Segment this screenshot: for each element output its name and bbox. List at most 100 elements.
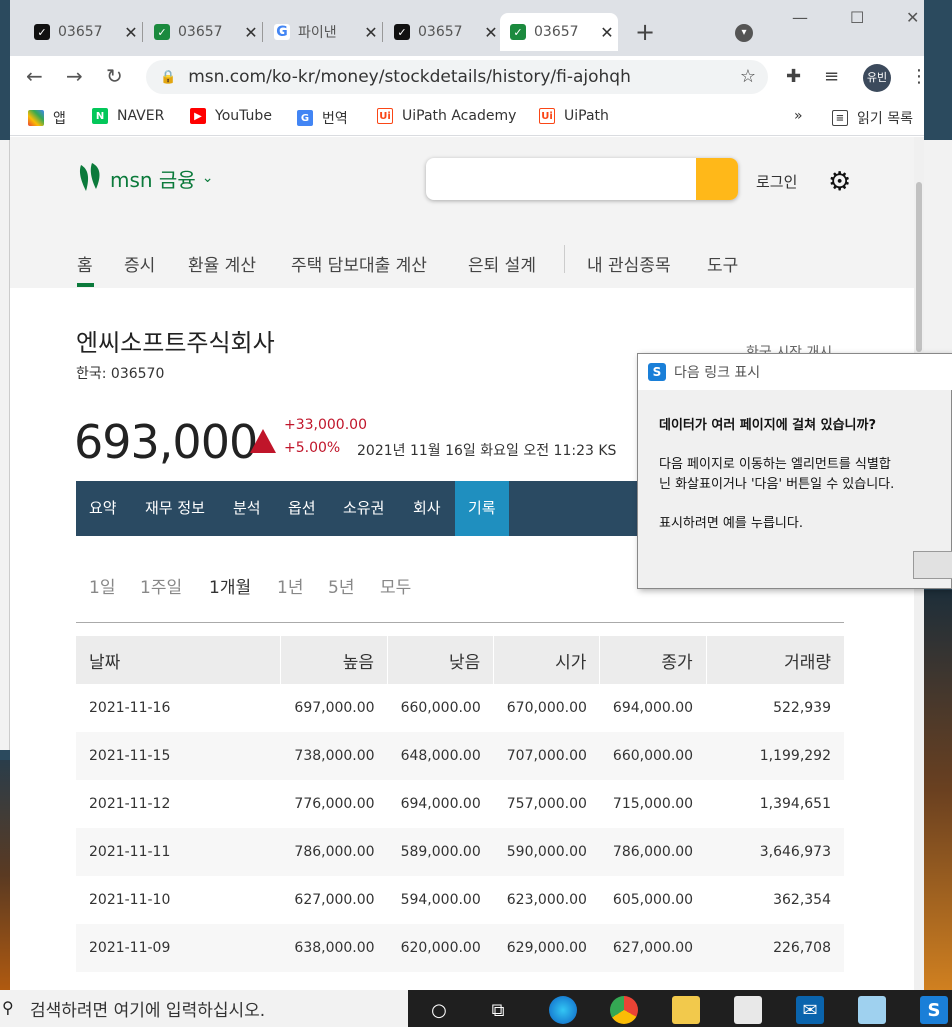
cell-open: 629,000.00 — [493, 924, 600, 972]
col-open[interactable]: 시가 — [493, 636, 600, 684]
nav-home[interactable]: 홈 — [77, 251, 93, 276]
reading-list[interactable]: ≡ 읽기 목록 — [832, 108, 913, 128]
indicate-next-link-dialog: S 다음 링크 표시 데이터가 여러 페이지에 걸쳐 있습니까? 다음 페이지로… — [637, 353, 952, 589]
media-icon[interactable]: ≡ — [824, 66, 839, 87]
search-button[interactable] — [696, 158, 738, 200]
cell-high: 786,000.00 — [280, 828, 388, 876]
dialog-button[interactable] — [913, 551, 952, 579]
cell-high: 627,000.00 — [294, 892, 375, 908]
close-icon[interactable]: ✕ — [596, 23, 618, 42]
range-1y[interactable]: 1년 — [277, 573, 303, 598]
stock-price: 693,000 — [74, 415, 258, 469]
notepad-icon[interactable] — [858, 996, 886, 1024]
tab-search-icon[interactable]: ▾ — [735, 24, 753, 42]
back-icon[interactable]: ← — [26, 64, 43, 88]
uipath-icon: Ui — [377, 108, 393, 124]
reload-icon[interactable]: ↻ — [106, 64, 123, 88]
url-text[interactable]: msn.com/ko-kr/money/stockdetails/history… — [188, 67, 631, 87]
range-1m[interactable]: 1개월 — [209, 573, 251, 598]
tab-summary[interactable]: 요약 — [76, 481, 130, 536]
nav-markets[interactable]: 증시 — [124, 251, 155, 276]
edge-icon[interactable] — [549, 996, 577, 1024]
cell-high: 697,000.00 — [294, 700, 375, 716]
bookmark-naver[interactable]: N NAVER — [92, 108, 164, 124]
close-icon[interactable]: ✕ — [360, 23, 382, 42]
col-volume[interactable]: 거래량 — [705, 636, 844, 684]
col-date[interactable]: 날짜 — [76, 636, 281, 684]
cell-close: 605,000.00 — [612, 892, 694, 908]
col-close[interactable]: 종가 — [599, 636, 707, 684]
col-high[interactable]: 높음 — [280, 636, 388, 684]
nav-mortgage[interactable]: 주택 담보대출 계산 — [291, 251, 427, 276]
forward-icon[interactable]: → — [66, 64, 83, 88]
scrollbar-thumb[interactable] — [916, 182, 922, 352]
window-close-icon[interactable]: ✕ — [906, 8, 919, 27]
browser-tab[interactable]: ✓ 03657 ✕ — [144, 13, 262, 51]
taskbar-search[interactable]: ⚲ 검색하려면 여기에 입력하십시오. — [0, 990, 408, 1027]
msn-green-icon: ✓ — [510, 24, 526, 40]
cell-low: 620,000.00 — [387, 924, 494, 972]
search-input[interactable] — [426, 158, 738, 200]
range-5y[interactable]: 5년 — [328, 573, 354, 598]
uipath-assistant-icon[interactable]: S — [920, 996, 948, 1024]
range-all[interactable]: 모두 — [380, 573, 411, 598]
cell-volume: 1,199,292 — [706, 732, 844, 780]
browser-tab[interactable]: G 파이낸 ✕ — [264, 13, 382, 51]
minimize-icon[interactable]: — — [792, 8, 808, 27]
lock-icon: 🔒 — [160, 69, 177, 85]
browser-tab[interactable]: ✓ 03657 ✕ — [384, 13, 502, 51]
bookmarks-overflow[interactable]: » — [794, 108, 803, 124]
bookmark-apps[interactable]: 앱 — [28, 108, 66, 128]
nav-retirement[interactable]: 은퇴 설계 — [468, 251, 536, 276]
bookmark-youtube[interactable]: ▶ YouTube — [190, 108, 272, 124]
nav-tools[interactable]: 도구 — [707, 251, 738, 276]
price-change-pct: +5.00% — [284, 440, 341, 456]
browser-tab-active[interactable]: ✓ 03657 ✕ — [500, 13, 618, 51]
cell-low: 660,000.00 — [400, 700, 481, 716]
profile-avatar[interactable]: 유빈 — [863, 64, 891, 92]
bookmarks-bar: 앱 N NAVER ▶ YouTube G 번역 Ui UiPath Acade… — [10, 100, 924, 136]
tab-company[interactable]: 회사 — [400, 481, 454, 536]
table-row: 2021-11-12 776,000.00 694,000.00 757,000… — [76, 780, 844, 828]
range-1w[interactable]: 1주일 — [140, 573, 182, 598]
col-low[interactable]: 낮음 — [387, 636, 494, 684]
close-icon[interactable]: ✕ — [480, 23, 502, 42]
bookmark-uipath-academy[interactable]: Ui UiPath Academy — [377, 108, 516, 124]
bookmark-translate[interactable]: G 번역 — [297, 108, 348, 128]
tab-ownership[interactable]: 소유권 — [330, 481, 397, 536]
file-explorer-icon[interactable] — [672, 996, 700, 1024]
uipath-icon: Ui — [539, 108, 555, 124]
cell-open: 623,000.00 — [506, 892, 587, 908]
bookmark-star-icon[interactable]: ☆ — [740, 66, 756, 87]
tab-options[interactable]: 옵션 — [275, 481, 329, 536]
msn-leaf-icon — [78, 161, 104, 195]
bookmark-uipath[interactable]: Ui UiPath — [539, 108, 609, 124]
chrome-icon[interactable] — [610, 996, 638, 1024]
close-icon[interactable]: ✕ — [120, 23, 142, 42]
menu-icon[interactable]: ⋮ — [910, 66, 924, 87]
tab-history[interactable]: 기록 — [455, 481, 509, 536]
cortana-icon[interactable]: ○ — [425, 996, 453, 1024]
browser-tab[interactable]: ✓ 03657 ✕ — [24, 13, 142, 51]
gear-icon[interactable]: ⚙ — [828, 167, 851, 197]
nav-currency[interactable]: 환율 계산 — [188, 251, 256, 276]
mail-icon[interactable]: ✉ — [796, 996, 824, 1024]
tab-analysis[interactable]: 분석 — [220, 481, 274, 536]
cell-date: 2021-11-12 — [89, 796, 171, 812]
maximize-icon[interactable]: ☐ — [850, 8, 864, 27]
cell-high: 738,000.00 — [280, 732, 388, 780]
msn-money-logo[interactable]: msn 금융 ⌄ — [78, 161, 213, 195]
address-bar[interactable]: 🔒 msn.com/ko-kr/money/stockdetails/histo… — [146, 60, 768, 94]
tab-financials[interactable]: 재무 정보 — [132, 481, 218, 536]
nav-watchlist[interactable]: 내 관심종목 — [587, 251, 671, 276]
extensions-icon[interactable]: ✚ — [786, 66, 801, 87]
login-link[interactable]: 로그인 — [756, 171, 797, 192]
store-icon[interactable] — [734, 996, 762, 1024]
close-icon[interactable]: ✕ — [240, 23, 262, 42]
task-view-icon[interactable]: ⧉ — [484, 996, 512, 1024]
new-tab-button[interactable]: + — [635, 18, 655, 46]
range-1d[interactable]: 1일 — [89, 573, 115, 598]
msn-icon: ✓ — [394, 24, 410, 40]
dialog-titlebar: S 다음 링크 표시 — [638, 354, 952, 390]
cell-high: 776,000.00 — [294, 796, 375, 812]
